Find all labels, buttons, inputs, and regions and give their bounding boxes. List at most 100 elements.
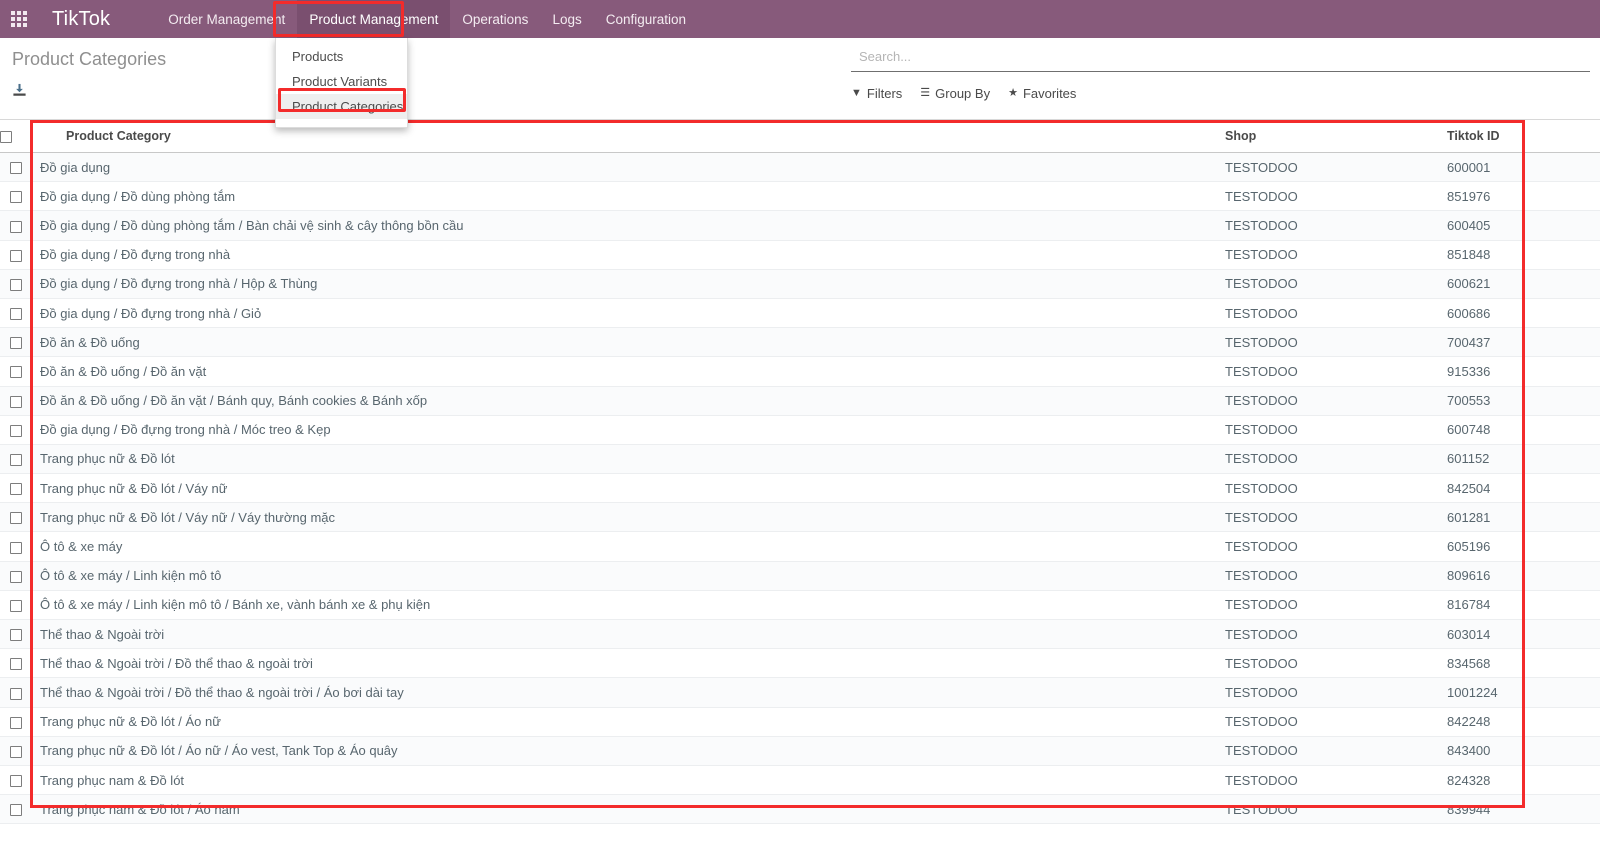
cell-product-category[interactable]: Trang phục nam & Đồ lót [32,765,1225,796]
cell-tiktok-id[interactable]: 600686 [1447,298,1600,329]
nav-item-configuration[interactable]: Configuration [594,0,698,38]
cell-shop[interactable]: TESTODOO [1225,677,1447,708]
cell-shop[interactable]: TESTODOO [1225,736,1447,766]
cell-tiktok-id[interactable]: 600748 [1447,415,1600,445]
cell-product-category[interactable]: Thể thao & Ngoài trời / Đồ thể thao & ng… [32,677,1225,708]
apps-grid-icon[interactable] [0,0,38,38]
cell-tiktok-id[interactable]: 915336 [1447,356,1600,387]
cell-shop[interactable]: TESTODOO [1225,181,1447,212]
cell-product-category[interactable]: Trang phục nam & Đồ lót / Áo nam [32,794,1225,825]
cell-product-category[interactable]: Thể thao & Ngoài trời / Đồ thể thao & ng… [32,648,1225,679]
cell-shop[interactable]: TESTODOO [1225,298,1447,329]
cell-tiktok-id[interactable]: 600405 [1447,210,1600,241]
row-checkbox[interactable] [10,308,22,321]
cell-product-category[interactable]: Đồ ăn & Đồ uống / Đồ ăn vặt / Bánh quy, … [32,386,1225,416]
table-row[interactable]: Trang phục nam & Đồ lót / Áo nam TESTODOO… [0,794,1600,825]
search-bar[interactable] [851,46,1590,72]
cell-shop[interactable]: TESTODOO [1225,648,1447,679]
table-row[interactable]: Đồ ăn & Đồ uống / Đồ ăn vặt TESTODOO 91533… [0,356,1600,387]
cell-product-category[interactable]: Đồ gia dụng / Đồ đựng trong nhà / Móc tr… [32,415,1225,445]
cell-product-category[interactable]: Trang phục nữ & Đồ lót / Váy nữ / Váy th… [32,502,1225,533]
column-header-shop[interactable]: Shop [1225,120,1447,153]
cell-shop[interactable]: TESTODOO [1225,269,1447,299]
cell-tiktok-id[interactable]: 851976 [1447,181,1600,212]
cell-product-category[interactable]: Ô tô & xe máy / Linh kiện mô tô / Bánh x… [32,590,1225,621]
row-checkbox[interactable] [10,599,22,612]
cell-tiktok-id[interactable]: 600001 [1447,152,1600,183]
row-checkbox[interactable] [10,541,22,554]
cell-shop[interactable]: TESTODOO [1225,619,1447,650]
cell-tiktok-id[interactable]: 601281 [1447,502,1600,533]
table-row[interactable]: Trang phục nữ & Đồ lót / Váy nữ TESTODOO 8… [0,473,1600,504]
cell-tiktok-id[interactable]: 601152 [1447,444,1600,475]
import-download-icon[interactable] [12,83,27,98]
column-header-tiktok-id[interactable]: Tiktok ID [1447,120,1600,153]
row-checkbox[interactable] [10,570,22,583]
table-row[interactable]: Đồ gia dụng / Đồ đựng trong nhà / Móc tr… [0,415,1600,445]
cell-product-category[interactable]: Đồ gia dụng / Đồ dùng phòng tắm [32,181,1225,212]
table-row[interactable]: Đồ gia dụng / Đồ dùng phòng tắm TESTODOO 8… [0,181,1600,212]
table-row[interactable]: Đồ gia dụng / Đồ đựng trong nhà TESTODOO 8… [0,240,1600,270]
table-row[interactable]: Ô tô & xe máy / Linh kiện mô tô TESTODOO 8… [0,561,1600,591]
cell-product-category[interactable]: Đồ gia dụng / Đồ đựng trong nhà / Hộp & … [32,269,1225,299]
cell-tiktok-id[interactable]: 834568 [1447,648,1600,679]
table-row[interactable]: Đồ gia dụng / Đồ đựng trong nhà / Giỏ TES… [0,298,1600,329]
group-by-button[interactable]: ☰ Group By [920,86,990,101]
cell-shop[interactable]: TESTODOO [1225,473,1447,504]
cell-tiktok-id[interactable]: 700553 [1447,386,1600,416]
row-checkbox[interactable] [10,483,22,496]
nav-item-product-management[interactable]: Product Management [297,0,451,38]
cell-shop[interactable]: TESTODOO [1225,444,1447,475]
cell-tiktok-id[interactable]: 851848 [1447,240,1600,270]
cell-product-category[interactable]: Ô tô & xe máy / Linh kiện mô tô [32,561,1225,591]
cell-tiktok-id[interactable]: 809616 [1447,561,1600,591]
row-checkbox[interactable] [10,804,22,817]
cell-product-category[interactable]: Trang phục nữ & Đồ lót [32,444,1225,475]
search-input[interactable] [857,48,1590,65]
table-row[interactable]: Đồ gia dụng TESTODOO 600001 [0,152,1600,183]
table-row[interactable]: Ô tô & xe máy / Linh kiện mô tô / Bánh x… [0,590,1600,621]
cell-tiktok-id[interactable]: 700437 [1447,327,1600,358]
cell-shop[interactable]: TESTODOO [1225,240,1447,270]
filters-button[interactable]: ▼ Filters [851,86,902,101]
row-checkbox[interactable] [10,716,22,729]
table-row[interactable]: Trang phục nữ & Đồ lót / Áo nữ / Áo vest… [0,736,1600,766]
cell-product-category[interactable]: Trang phục nữ & Đồ lót / Váy nữ [32,473,1225,504]
cell-shop[interactable]: TESTODOO [1225,590,1447,621]
table-row[interactable]: Trang phục nữ & Đồ lót TESTODOO 601152 [0,444,1600,475]
table-row[interactable]: Trang phục nam & Đồ lót TESTODOO 824328 [0,765,1600,796]
row-checkbox[interactable] [10,278,22,291]
cell-shop[interactable]: TESTODOO [1225,502,1447,533]
table-row[interactable]: Ô tô & xe máy TESTODOO 605196 [0,531,1600,562]
row-checkbox[interactable] [10,220,22,233]
cell-product-category[interactable]: Đồ gia dụng [32,152,1225,183]
row-checkbox[interactable] [10,249,22,262]
cell-tiktok-id[interactable]: 842248 [1447,707,1600,737]
cell-shop[interactable]: TESTODOO [1225,415,1447,445]
cell-shop[interactable]: TESTODOO [1225,210,1447,241]
cell-product-category[interactable]: Trang phục nữ & Đồ lót / Áo nữ / Áo vest… [32,736,1225,766]
nav-item-order-management[interactable]: Order Management [156,0,297,38]
dropdown-item-product-variants[interactable]: Product Variants [276,69,407,94]
cell-tiktok-id[interactable]: 839944 [1447,794,1600,825]
dropdown-item-product-categories[interactable]: Product Categories [276,94,407,119]
cell-tiktok-id[interactable]: 842504 [1447,473,1600,504]
cell-shop[interactable]: TESTODOO [1225,765,1447,796]
row-checkbox[interactable] [10,162,22,175]
cell-shop[interactable]: TESTODOO [1225,561,1447,591]
row-checkbox[interactable] [10,337,22,350]
cell-product-category[interactable]: Trang phục nữ & Đồ lót / Áo nữ [32,707,1225,737]
row-checkbox[interactable] [10,512,22,525]
cell-product-category[interactable]: Đồ gia dụng / Đồ dùng phòng tắm / Bàn ch… [32,210,1225,241]
table-row[interactable]: Đồ ăn & Đồ uống TESTODOO 700437 [0,327,1600,358]
cell-tiktok-id[interactable]: 824328 [1447,765,1600,796]
table-row[interactable]: Thể thao & Ngoài trời / Đồ thể thao & ng… [0,648,1600,679]
row-checkbox[interactable] [10,454,22,467]
table-row[interactable]: Đồ gia dụng / Đồ đựng trong nhà / Hộp & … [0,269,1600,299]
cell-product-category[interactable]: Ô tô & xe máy [32,531,1225,562]
cell-shop[interactable]: TESTODOO [1225,707,1447,737]
row-checkbox[interactable] [10,775,22,788]
row-checkbox[interactable] [10,687,22,700]
cell-shop[interactable]: TESTODOO [1225,386,1447,416]
cell-tiktok-id[interactable]: 600621 [1447,269,1600,299]
